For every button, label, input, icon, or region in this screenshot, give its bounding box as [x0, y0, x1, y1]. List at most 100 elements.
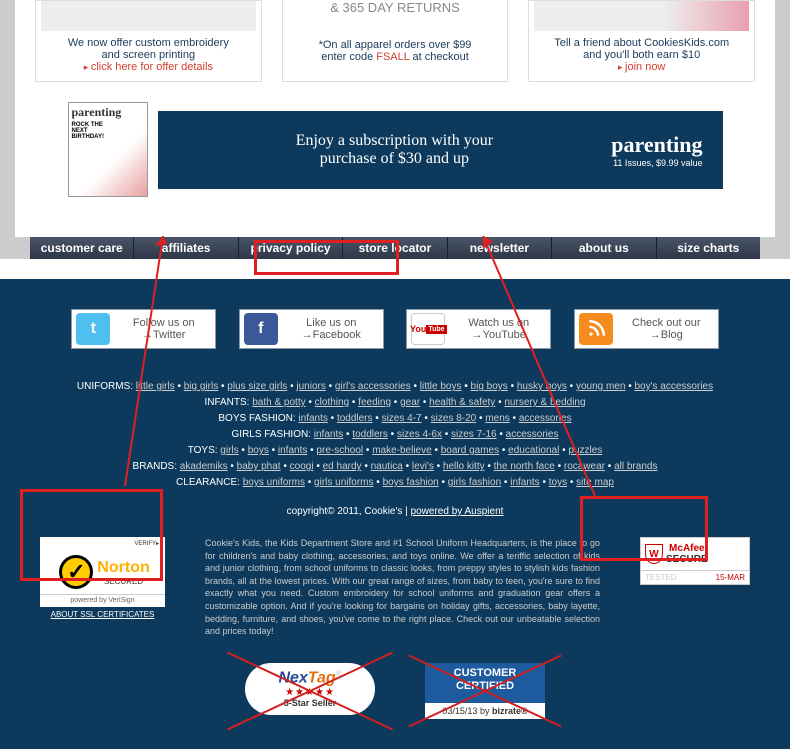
category-link[interactable]: sizes 4-7 [382, 413, 422, 424]
category-link[interactable]: sizes 7-16 [451, 429, 497, 440]
nav-affiliates[interactable]: affiliates [134, 237, 238, 259]
category-link[interactable]: toys [549, 477, 567, 488]
category-link[interactable]: make-believe [372, 445, 431, 456]
category-link[interactable]: girls fashion [448, 477, 501, 488]
norton-badge-box: VERIFY▸ ✓ NortonSECURED powered by VeriS… [40, 537, 165, 619]
category-link[interactable]: sizes 8-20 [431, 413, 477, 424]
banner-text: Enjoy a subscription with your purchase … [178, 132, 612, 168]
category-label: BOYS FASHION: [218, 413, 298, 424]
social-facebook[interactable]: f Like us on→Facebook [239, 309, 384, 349]
category-link[interactable]: coogi [290, 461, 314, 472]
promo-line: and screen printing [41, 49, 256, 61]
category-link[interactable]: sizes 4-6x [397, 429, 442, 440]
category-link[interactable]: boys [248, 445, 269, 456]
nav-privacy-policy[interactable]: privacy policy [239, 237, 343, 259]
promo-code: FSALL [376, 51, 409, 63]
category-link[interactable]: young men [576, 381, 625, 392]
youtube-icon: YouTube [411, 313, 445, 345]
mcafee-badge-box: W McAfeeSECURE TESTED15-MAR [640, 537, 750, 585]
category-link[interactable]: nautica [371, 461, 403, 472]
category-link[interactable]: toddlers [352, 429, 388, 440]
promo-line: *On all apparel orders over $99 [288, 39, 503, 51]
category-link[interactable]: clothing [315, 397, 349, 408]
category-link[interactable]: bath & potty [252, 397, 305, 408]
category-label: TOYS: [188, 445, 221, 456]
footer: t Follow us on→Twitter f Like us on→Face… [0, 279, 790, 749]
category-link[interactable]: infants [510, 477, 539, 488]
promo-returns: & 365 DAY RETURNS *On all apparel orders… [282, 0, 509, 82]
category-link[interactable]: nursery & bedding [504, 397, 585, 408]
category-link[interactable]: girl's accessories [335, 381, 411, 392]
promo-join-link[interactable]: join now [618, 61, 665, 73]
category-link[interactable]: akademiks [180, 461, 228, 472]
norton-check-icon: ✓ [59, 555, 93, 589]
category-link[interactable]: all brands [614, 461, 657, 472]
category-label: CLEARANCE: [176, 477, 243, 488]
category-link[interactable]: juniors [296, 381, 325, 392]
category-link[interactable]: girls uniforms [314, 477, 373, 488]
category-label: INFANTS: [204, 397, 252, 408]
nav-customer-care[interactable]: customer care [30, 237, 134, 259]
promo-line: We now offer custom embroidery [41, 37, 256, 49]
category-link[interactable]: boys uniforms [243, 477, 305, 488]
category-link[interactable]: boy's accessories [635, 381, 714, 392]
magazine-cover: parenting ROCK THE NEXT BIRTHDAY! [68, 102, 148, 197]
category-link[interactable]: infants [314, 429, 343, 440]
category-link[interactable]: rocawear [564, 461, 605, 472]
category-link[interactable]: infants [278, 445, 307, 456]
category-label: BRANDS: [133, 461, 180, 472]
category-link[interactable]: board games [441, 445, 499, 456]
social-twitter[interactable]: t Follow us on→Twitter [71, 309, 216, 349]
category-link[interactable]: hello kitty [443, 461, 485, 472]
category-link[interactable]: mens [485, 413, 509, 424]
category-link[interactable]: educational [508, 445, 559, 456]
category-link[interactable]: gear [400, 397, 420, 408]
category-link[interactable]: girls [220, 445, 238, 456]
category-link[interactable]: the north face [494, 461, 555, 472]
category-link[interactable]: little girls [136, 381, 175, 392]
category-link[interactable]: pre-school [316, 445, 363, 456]
category-link[interactable]: health & safety [429, 397, 495, 408]
category-label: UNIFORMS: [77, 381, 136, 392]
subscription-banner[interactable]: parenting ROCK THE NEXT BIRTHDAY! Enjoy … [15, 92, 775, 217]
promo-offer-link[interactable]: click here for offer details [84, 61, 213, 73]
category-link[interactable]: accessories [506, 429, 559, 440]
category-link[interactable]: accessories [519, 413, 572, 424]
auspient-link[interactable]: powered by Auspient [411, 506, 504, 517]
promo-embroidery: We now offer custom embroidery and scree… [35, 0, 262, 82]
category-link[interactable]: big boys [471, 381, 508, 392]
category-link[interactable]: infants [298, 413, 327, 424]
category-link[interactable]: feeding [358, 397, 391, 408]
copyright: copyright© 2011, Cookie's | powered by A… [30, 506, 760, 517]
footer-nav-bar: customer care affiliates privacy policy … [30, 237, 760, 259]
banner-brand: parenting 11 Issues, $9.99 value [611, 132, 702, 168]
social-youtube[interactable]: YouTube Watch us on→YouTube [406, 309, 551, 349]
norton-badge[interactable]: VERIFY▸ ✓ NortonSECURED powered by VeriS… [40, 537, 165, 607]
social-blog[interactable]: Check out our→Blog [574, 309, 719, 349]
nav-newsletter[interactable]: newsletter [448, 237, 552, 259]
category-link[interactable]: site map [576, 477, 614, 488]
category-link[interactable]: toddlers [337, 413, 373, 424]
category-link[interactable]: husky boys [517, 381, 567, 392]
category-link[interactable]: puzzles [568, 445, 602, 456]
nav-about-us[interactable]: about us [552, 237, 656, 259]
ssl-certificates-link[interactable]: ABOUT SSL CERTIFICATES [40, 610, 165, 619]
category-link[interactable]: big girls [184, 381, 218, 392]
category-link[interactable]: little boys [420, 381, 462, 392]
footer-description: Cookie's Kids, the Kids Department Store… [185, 537, 620, 638]
rss-icon [579, 313, 613, 345]
promo-line: and you'll both earn $10 [534, 49, 749, 61]
category-link[interactable]: levi's [412, 461, 434, 472]
top-promo-section: We now offer custom embroidery and scree… [15, 0, 775, 92]
category-link[interactable]: plus size girls [227, 381, 287, 392]
mcafee-badge[interactable]: W McAfeeSECURE TESTED15-MAR [640, 537, 750, 585]
category-link[interactable]: boys fashion [383, 477, 439, 488]
promo-line: Tell a friend about CookiesKids.com [534, 37, 749, 49]
category-link[interactable]: ed hardy [323, 461, 362, 472]
nav-store-locator[interactable]: store locator [343, 237, 447, 259]
promo-refer: Tell a friend about CookiesKids.com and … [528, 0, 755, 82]
nav-size-charts[interactable]: size charts [657, 237, 760, 259]
bizrate-badge-crossed: CUSTOMERCERTIFIED 03/15/13 by bizrate® [425, 663, 545, 719]
facebook-icon: f [244, 313, 278, 345]
category-link[interactable]: baby phat [237, 461, 281, 472]
